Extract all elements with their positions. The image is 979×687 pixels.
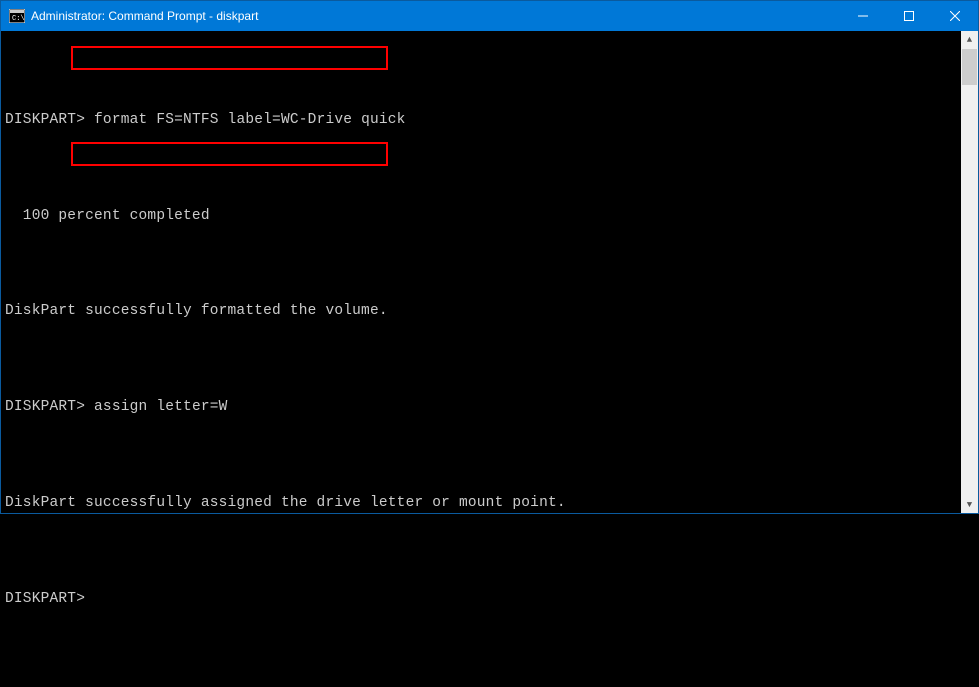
progress-text: 100 percent completed	[5, 209, 210, 225]
result-text: DiskPart successfully formatted the volu…	[5, 304, 388, 320]
svg-text:C:\: C:\	[12, 15, 25, 23]
terminal-line: 100 percent completed	[5, 209, 961, 225]
scroll-up-arrow[interactable]: ▲	[961, 31, 978, 48]
close-button[interactable]	[932, 1, 978, 31]
command-text: assign letter=W	[94, 400, 228, 416]
window-controls	[840, 1, 978, 31]
prompt: DISKPART>	[5, 113, 85, 129]
minimize-button[interactable]	[840, 1, 886, 31]
window-title: Administrator: Command Prompt - diskpart	[31, 9, 840, 23]
terminal-line: DISKPART> assign letter=W	[5, 400, 961, 416]
scroll-thumb[interactable]	[962, 49, 977, 85]
prompt: DISKPART>	[5, 400, 85, 416]
terminal-line: DiskPart successfully assigned the drive…	[5, 496, 961, 512]
terminal-line: DISKPART> format FS=NTFS label=WC-Drive …	[5, 113, 961, 129]
result-text: DiskPart successfully assigned the drive…	[5, 496, 566, 512]
prompt: DISKPART>	[5, 592, 85, 608]
title-bar[interactable]: C:\ Administrator: Command Prompt - disk…	[1, 1, 978, 31]
content-area: DISKPART> format FS=NTFS label=WC-Drive …	[1, 31, 978, 513]
command-text: format FS=NTFS label=WC-Drive quick	[94, 113, 406, 129]
terminal-line: DISKPART>	[5, 592, 961, 608]
terminal-line: DiskPart successfully formatted the volu…	[5, 304, 961, 320]
app-icon: C:\	[9, 9, 25, 23]
terminal-output[interactable]: DISKPART> format FS=NTFS label=WC-Drive …	[1, 31, 961, 513]
maximize-button[interactable]	[886, 1, 932, 31]
scroll-down-arrow[interactable]: ▼	[961, 496, 978, 513]
vertical-scrollbar[interactable]: ▲ ▼	[961, 31, 978, 513]
